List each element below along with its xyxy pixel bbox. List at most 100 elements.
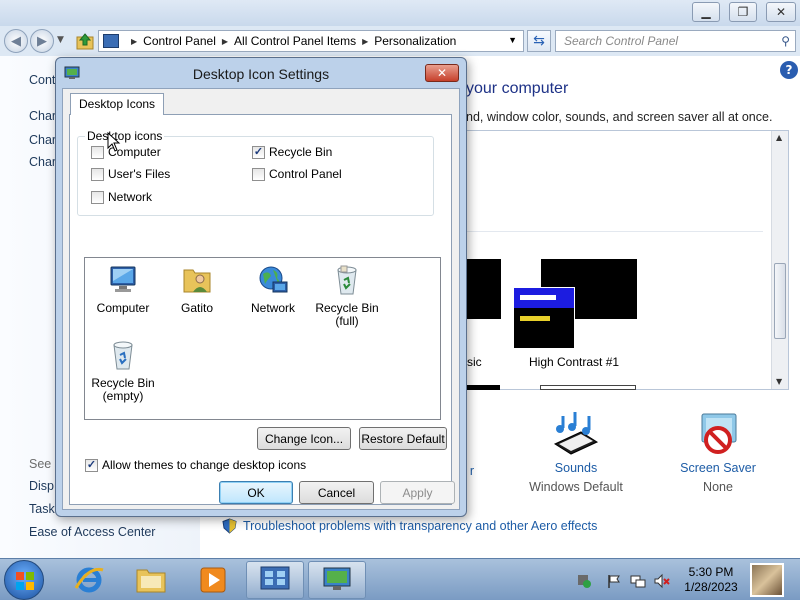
search-icon[interactable]: ⚲	[781, 34, 790, 48]
scroll-up-icon[interactable]: ▲	[776, 133, 782, 142]
minimize-icon: ▁	[701, 5, 711, 19]
screen-saver-item[interactable]: Screen Saver None	[676, 410, 760, 494]
icon-label: Network	[250, 301, 295, 315]
theme-scrollbar[interactable]: ▲ ▼	[771, 131, 788, 389]
sounds-link[interactable]: Sounds	[520, 461, 632, 475]
checkbox-box[interactable]	[91, 167, 104, 181]
icon-item-network[interactable]: Network	[235, 264, 311, 315]
taskbar-internet-explorer[interactable]	[60, 561, 118, 599]
scrollbar-thumb[interactable]	[774, 263, 786, 339]
forward-button[interactable]: ▶	[30, 29, 54, 53]
network-checkbox[interactable]: Network	[91, 190, 152, 204]
checkbox-label[interactable]: Control Panel	[269, 167, 342, 181]
taskbar-windows-explorer[interactable]	[122, 561, 180, 599]
allow-themes-checkbox[interactable]: ✓ Allow themes to change desktop icons	[85, 458, 306, 472]
dialog-titlebar[interactable]: Desktop Icon Settings ✕	[56, 58, 466, 88]
clock-date: 1/28/2023	[684, 580, 738, 594]
window-titlebar: ▁ ❐ ✕	[0, 0, 800, 26]
icon-item-recycle-bin-empty[interactable]: Recycle Bin (empty)	[85, 339, 161, 403]
cancel-button[interactable]: Cancel	[299, 481, 374, 504]
network-tray-icon[interactable]	[630, 573, 646, 589]
close-icon: ✕	[775, 5, 787, 19]
computer-checkbox[interactable]: Computer	[91, 145, 161, 159]
taskbar-media-player[interactable]	[184, 561, 242, 599]
address-dropdown-icon[interactable]: ▼	[508, 35, 517, 45]
action-center-flag-icon[interactable]	[606, 573, 622, 589]
volume-muted-icon[interactable]	[654, 573, 670, 589]
checkbox-label[interactable]: Recycle Bin	[269, 145, 332, 159]
search-input[interactable]: Search Control Panel ⚲	[555, 30, 796, 52]
theme-label-high-contrast-1[interactable]: High Contrast #1	[529, 355, 619, 369]
control-panel-icon	[103, 34, 119, 48]
checkbox-label[interactable]: Allow themes to change desktop icons	[102, 458, 306, 472]
breadcrumb-all-items[interactable]: All Control Panel Items	[234, 34, 356, 48]
see-also-display-link[interactable]: Disp	[29, 479, 54, 493]
theme-preview-high-contrast-black[interactable]	[467, 259, 501, 319]
desktop-icon-settings-dialog: Desktop Icon Settings ✕ Desktop Icons De…	[55, 57, 467, 517]
left-link[interactable]: Char	[29, 133, 56, 147]
maximize-button[interactable]: ❐	[729, 2, 757, 22]
recycle-bin-checkbox[interactable]: ✓ Recycle Bin	[252, 145, 332, 159]
checkbox-label[interactable]: Network	[108, 190, 152, 204]
checkbox-box[interactable]	[91, 190, 104, 204]
start-button[interactable]	[4, 560, 44, 600]
checkbox-box[interactable]	[91, 145, 104, 159]
windows-update-icon[interactable]	[576, 573, 592, 589]
icon-label-sub: (empty)	[102, 389, 144, 403]
show-desktop-thumbnail[interactable]	[750, 563, 784, 597]
icon-item-user-files[interactable]: Gatito	[159, 264, 235, 315]
screen-saver-link[interactable]: Screen Saver	[676, 461, 760, 475]
up-folder-icon[interactable]	[76, 32, 94, 50]
breadcrumb-separator-icon[interactable]: ▶	[222, 37, 228, 46]
theme-gallery[interactable]: sic High Contrast #1 ▲ ▼	[466, 130, 789, 390]
icon-item-computer[interactable]: Computer	[85, 264, 161, 315]
system-clock[interactable]: 5:30 PM 1/28/2023	[674, 565, 748, 595]
breadcrumb-separator-icon[interactable]: ▶	[131, 37, 137, 46]
breadcrumb-control-panel[interactable]: Control Panel	[143, 34, 216, 48]
checkbox-box-checked[interactable]: ✓	[85, 458, 98, 472]
see-also-taskbar-link[interactable]: Task	[29, 502, 55, 516]
change-icon-button[interactable]: Change Icon...	[257, 427, 351, 450]
troubleshoot-link-text[interactable]: Troubleshoot problems with transparency …	[243, 519, 597, 533]
computer-icon	[110, 266, 136, 292]
control-panel-home-link[interactable]: Cont	[29, 73, 55, 87]
checkbox-box[interactable]	[252, 167, 265, 181]
left-link[interactable]: Char	[29, 109, 56, 123]
close-window-button[interactable]: ✕	[766, 2, 796, 22]
control-panel-checkbox[interactable]: Control Panel	[252, 167, 342, 181]
taskbar-control-panel[interactable]	[246, 561, 304, 599]
recent-pages-dropdown[interactable]: ▼	[57, 35, 64, 45]
help-icon[interactable]: ?	[780, 61, 798, 79]
users-files-checkbox[interactable]: User's Files	[91, 167, 170, 181]
tab-desktop-icons[interactable]: Desktop Icons	[70, 93, 165, 115]
search-placeholder: Search Control Panel	[564, 34, 679, 48]
taskbar-desktop-icon-settings[interactable]	[308, 561, 366, 599]
restore-default-button[interactable]: Restore Default	[359, 427, 447, 450]
troubleshoot-aero-link[interactable]: Troubleshoot problems with transparency …	[222, 518, 597, 534]
minimize-button[interactable]: ▁	[692, 2, 720, 22]
navigation-bar: ◀ ▶ ▼ ▶ Control Panel ▶ All Control Pane…	[0, 26, 800, 56]
icon-item-recycle-bin-full[interactable]: Recycle Bin (full)	[309, 264, 385, 328]
ok-button[interactable]: OK	[219, 481, 293, 504]
back-button[interactable]: ◀	[4, 29, 28, 53]
refresh-icon: ⇆	[533, 33, 545, 49]
mouse-cursor-icon	[107, 132, 121, 152]
uac-shield-icon	[222, 518, 237, 534]
sounds-item[interactable]: Sounds Windows Default	[520, 410, 632, 494]
left-link[interactable]: Char	[29, 155, 56, 169]
desktop-icon-list[interactable]: Computer Gatito Network Recycle Bin (ful…	[84, 257, 441, 420]
address-bar[interactable]: ▶ Control Panel ▶ All Control Panel Item…	[98, 30, 524, 52]
theme-preview-high-contrast-1-window[interactable]	[513, 287, 575, 349]
checkbox-box-checked[interactable]: ✓	[252, 145, 265, 159]
dialog-close-button[interactable]: ✕	[425, 64, 459, 82]
checkbox-label[interactable]: User's Files	[108, 167, 170, 181]
page-description: nd, window color, sounds, and screen sav…	[466, 110, 773, 124]
apply-button[interactable]: Apply	[380, 481, 455, 504]
breadcrumb-separator-icon[interactable]: ▶	[362, 37, 368, 46]
folder-icon	[136, 569, 166, 593]
theme-label[interactable]: sic	[467, 355, 482, 369]
breadcrumb-personalization[interactable]: Personalization	[374, 34, 456, 48]
refresh-button[interactable]: ⇆	[527, 30, 551, 52]
scroll-down-icon[interactable]: ▼	[776, 377, 782, 386]
see-also-ease-of-access-link[interactable]: Ease of Access Center	[29, 525, 155, 539]
